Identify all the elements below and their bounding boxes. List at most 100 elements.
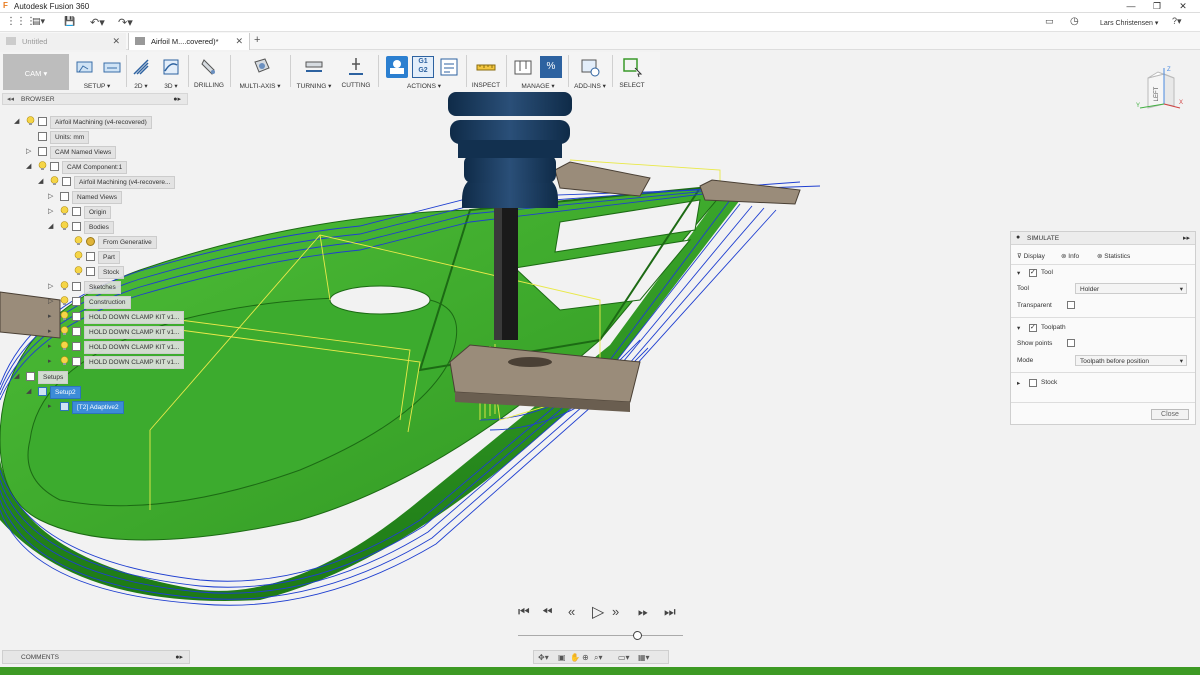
- manage-group[interactable]: % MANAGE ▾: [510, 52, 566, 90]
- visibility-bulb-icon[interactable]: [74, 251, 83, 261]
- visibility-bulb-icon[interactable]: [60, 311, 69, 321]
- job-status-icon[interactable]: ▭: [1045, 16, 1054, 27]
- workspace-switcher[interactable]: CAM ▾: [3, 54, 69, 90]
- expand-arrow-icon[interactable]: ▷: [48, 282, 56, 290]
- stock-checkbox[interactable]: [1029, 379, 1037, 387]
- close-icon[interactable]: ✕: [235, 36, 243, 47]
- setup-group[interactable]: SETUP ▾: [72, 52, 122, 90]
- tree-node[interactable]: ◢ Setup2: [26, 386, 81, 399]
- tab-statistics[interactable]: ⊚ Statistics: [1097, 252, 1130, 260]
- expand-arrow-icon[interactable]: ◢: [38, 177, 46, 185]
- new-tab-icon[interactable]: +: [254, 34, 260, 46]
- mode-dropdown[interactable]: Toolpath before position ▾: [1075, 355, 1187, 366]
- toolpath-checkbox[interactable]: ✓: [1029, 324, 1037, 332]
- inspect-group[interactable]: INSPECT: [470, 52, 502, 90]
- expand-icon[interactable]: ▸: [1017, 380, 1020, 387]
- go-to-end-button[interactable]: ⏭: [664, 604, 676, 620]
- expand-arrow-icon[interactable]: ▸: [48, 327, 56, 335]
- expand-arrow-icon[interactable]: ▸: [48, 357, 56, 365]
- grid-settings-icon[interactable]: ▦▾: [638, 653, 650, 662]
- add-ins-group[interactable]: ADD-INS ▾: [572, 52, 608, 90]
- close-icon[interactable]: ✕: [112, 36, 120, 47]
- visibility-bulb-icon[interactable]: [60, 341, 69, 351]
- step-back-button[interactable]: ⏪︎: [542, 604, 552, 620]
- tab-info[interactable]: ⊚ Info: [1061, 252, 1079, 260]
- tree-node[interactable]: ▷ Sketches: [48, 281, 121, 294]
- actions-group[interactable]: G1 G2 ACTIONS ▾: [384, 52, 464, 90]
- clock-icon[interactable]: ◷: [1070, 16, 1079, 27]
- redo-icon[interactable]: ↷▾: [118, 16, 133, 29]
- expand-panel-icon[interactable]: ▸▸: [1183, 234, 1190, 242]
- go-to-start-button[interactable]: ⏮: [518, 604, 530, 620]
- tree-node[interactable]: ▷ Origin: [48, 206, 112, 219]
- tree-node[interactable]: ◢ Setups: [14, 371, 69, 384]
- restore-button[interactable]: ❐: [1150, 1, 1164, 12]
- tree-node[interactable]: ◢ CAM Component:1: [26, 161, 128, 174]
- user-menu[interactable]: Lars Christensen ▾: [1100, 19, 1158, 27]
- expand-arrow-icon[interactable]: ◢: [48, 222, 56, 230]
- simulation-timeline[interactable]: [518, 635, 683, 636]
- tree-node[interactable]: ▷ CAM Named Views: [26, 146, 117, 159]
- panel-options-icon[interactable]: ●▸: [175, 653, 183, 661]
- tool-checkbox[interactable]: ✓: [1029, 269, 1037, 277]
- timeline-slider-handle[interactable]: [633, 631, 642, 640]
- play-button[interactable]: ▷: [592, 602, 604, 622]
- visibility-bulb-icon[interactable]: [60, 356, 69, 366]
- drilling-group[interactable]: DRILLING: [194, 52, 224, 90]
- tree-node[interactable]: ▷ Construction: [48, 296, 131, 309]
- expand-arrow-icon[interactable]: ▸: [48, 402, 56, 410]
- minimize-button[interactable]: —: [1124, 1, 1138, 11]
- pan-icon[interactable]: ✋: [570, 653, 580, 662]
- visibility-bulb-icon[interactable]: [50, 176, 59, 186]
- tree-node[interactable]: Stock: [62, 266, 125, 279]
- rewind-button[interactable]: «: [568, 604, 575, 619]
- expand-icon[interactable]: ▾: [1017, 325, 1020, 332]
- expand-arrow-icon[interactable]: ◢: [14, 117, 22, 125]
- orbit-icon[interactable]: ✥▾: [538, 653, 549, 662]
- expand-arrow-icon[interactable]: ◢: [26, 387, 34, 395]
- tree-node[interactable]: ▸ [T2] Adaptive2: [48, 401, 124, 414]
- show-points-checkbox[interactable]: [1067, 339, 1075, 347]
- visibility-bulb-icon[interactable]: [74, 266, 83, 276]
- stock-section-header[interactable]: ▸ Stock: [1017, 379, 1057, 387]
- tree-node[interactable]: ▸ HOLD DOWN CLAMP KIT v1...: [48, 356, 185, 369]
- collapse-panel-icon[interactable]: ◂◂: [7, 95, 14, 103]
- expand-arrow-icon[interactable]: ◢: [26, 162, 34, 170]
- fast-forward-button[interactable]: »: [612, 604, 619, 619]
- fit-icon[interactable]: ⌕▾: [594, 653, 603, 663]
- tree-node[interactable]: Units: mm: [26, 131, 90, 144]
- tab-airfoil-machining[interactable]: Airfoil M....covered)* ✕: [128, 33, 250, 50]
- visibility-bulb-icon[interactable]: [60, 221, 69, 231]
- panel-options-icon[interactable]: ●▸: [173, 95, 181, 103]
- tree-node[interactable]: From Generative: [62, 236, 157, 249]
- multi-axis-group[interactable]: MULTI-AXIS ▾: [236, 52, 284, 90]
- expand-icon[interactable]: ▾: [1017, 270, 1020, 277]
- comments-panel[interactable]: COMMENTS ●▸: [2, 650, 190, 664]
- tab-display[interactable]: ⊽ Display: [1017, 252, 1045, 260]
- display-settings-icon[interactable]: ▭▾: [618, 653, 630, 662]
- zoom-icon[interactable]: ⊕: [582, 653, 589, 662]
- viewcube[interactable]: LEFT Z X Y: [1134, 66, 1184, 116]
- tool-section-header[interactable]: ▾ ✓ Tool: [1017, 269, 1053, 277]
- tree-node[interactable]: ◢ Airfoil Machining (v4-recovere...: [38, 176, 176, 189]
- browser-header[interactable]: ◂◂ BROWSER ●▸: [2, 93, 188, 105]
- tree-node[interactable]: ◢ Bodies: [48, 221, 114, 234]
- tool-dropdown[interactable]: Holder ▾: [1075, 283, 1187, 294]
- simulate-header[interactable]: ● SIMULATE ▸▸: [1011, 232, 1195, 245]
- close-button[interactable]: Close: [1151, 409, 1189, 420]
- close-window-button[interactable]: ✕: [1176, 1, 1190, 12]
- expand-arrow-icon[interactable]: ◢: [14, 372, 22, 380]
- expand-arrow-icon[interactable]: ▸: [48, 342, 56, 350]
- expand-arrow-icon[interactable]: ▷: [26, 147, 34, 155]
- save-icon[interactable]: 💾: [64, 16, 75, 27]
- expand-arrow-icon[interactable]: ▷: [48, 297, 56, 305]
- undo-icon[interactable]: ↶▾: [90, 16, 105, 29]
- select-group[interactable]: SELECT: [616, 52, 648, 90]
- tree-node[interactable]: Part: [62, 251, 120, 264]
- tree-node[interactable]: ▷ Named Views: [48, 191, 122, 204]
- visibility-bulb-icon[interactable]: [26, 116, 35, 126]
- visibility-bulb-icon[interactable]: [60, 296, 69, 306]
- tree-node[interactable]: ▸ HOLD DOWN CLAMP KIT v1...: [48, 341, 185, 354]
- turning-group[interactable]: TURNING ▾: [294, 52, 334, 90]
- 3d-group[interactable]: 3D ▾: [158, 52, 184, 90]
